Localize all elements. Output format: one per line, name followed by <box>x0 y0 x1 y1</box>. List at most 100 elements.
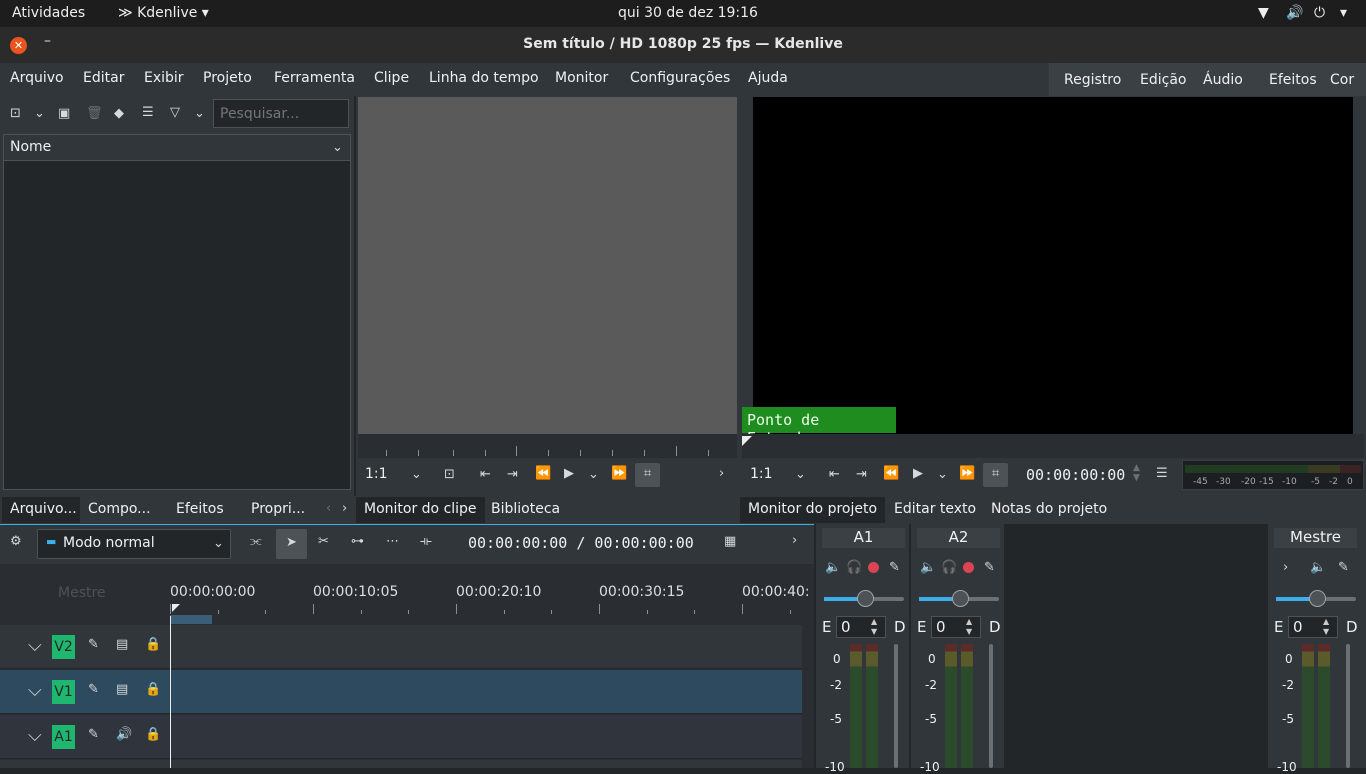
clip-monitor-ruler[interactable] <box>358 434 737 458</box>
chevron-right-icon[interactable]: › <box>719 466 724 481</box>
menu-arquivo[interactable]: Arquivo <box>10 70 64 86</box>
settings-sliders-icon[interactable]: ⚙ <box>10 534 22 549</box>
pan-slider[interactable] <box>919 590 999 607</box>
timeline-ruler[interactable]: 00:00:00:00 00:00:10:05 00:00:20:10 00:0… <box>170 564 814 624</box>
add-clip-icon[interactable]: ⊡ <box>10 106 21 121</box>
chevron-right-icon[interactable]: › <box>792 533 797 548</box>
tab-editar-texto[interactable]: Editar texto <box>886 497 984 523</box>
set-in-icon[interactable]: ⇤ <box>829 467 840 482</box>
chevron-down-icon[interactable]: ⌄ <box>34 106 45 121</box>
project-monitor-ruler[interactable] <box>742 434 1364 458</box>
set-out-icon[interactable]: ⇥ <box>856 467 867 482</box>
wifi-icon[interactable]: ▼ <box>1258 5 1269 21</box>
rewind-icon[interactable]: ⏪ <box>883 466 899 481</box>
menu-ajuda[interactable]: Ajuda <box>748 70 788 86</box>
project-timecode[interactable]: 00:00:00:00 <box>1026 466 1125 484</box>
menu-exibir[interactable]: Exibir <box>144 70 184 86</box>
tab-monitor-do-clipe[interactable]: Monitor do clipe <box>356 497 485 523</box>
track-name[interactable]: V1 <box>52 680 75 704</box>
track-v1[interactable]: ⌵ V1 ✎ ▤ 🔒 <box>0 670 802 714</box>
play-icon[interactable]: ▶ <box>564 466 574 481</box>
selection-tool-icon[interactable]: ➤ <box>276 529 307 559</box>
chevron-down-icon[interactable]: ⌄ <box>411 467 422 482</box>
master-track-label[interactable]: Mestre <box>58 585 106 601</box>
chevron-down-icon[interactable]: ⌄ <box>588 467 599 482</box>
layout-registro[interactable]: Registro <box>1064 72 1121 88</box>
clip-zoom-select[interactable]: 1:1 <box>365 466 388 482</box>
filter-icon[interactable]: ▽ <box>170 105 180 120</box>
track-a1[interactable]: ⌵ A1 ✎ 🔊 🔒 <box>0 715 802 759</box>
track-a2-partial[interactable] <box>0 760 802 768</box>
expand-chevron-icon[interactable]: › <box>1283 560 1288 575</box>
effects-wand-icon[interactable]: ✎ <box>889 560 900 575</box>
headphones-icon[interactable]: 🎧 <box>941 560 957 575</box>
film-icon[interactable]: ▤ <box>116 682 128 697</box>
ripple-tool-icon[interactable]: ⋯ <box>386 534 399 549</box>
collapse-icon[interactable]: ⌵ <box>28 635 42 656</box>
gain-spinbox[interactable]: 0 ▲ ▼ <box>931 616 981 638</box>
forward-icon[interactable]: ⏩ <box>959 466 975 481</box>
collapse-icon[interactable]: ⌵ <box>28 680 42 701</box>
lock-icon[interactable]: 🔒 <box>145 727 161 742</box>
folder-icon[interactable]: ▣ <box>58 106 70 121</box>
crop-icon[interactable]: ⌗ <box>635 463 660 487</box>
mute-speaker-icon[interactable]: 🔈 <box>1310 560 1326 575</box>
project-monitor-screen[interactable] <box>753 97 1353 434</box>
layout-edicao[interactable]: Edição <box>1140 72 1186 88</box>
chevron-down-icon[interactable]: ⌄ <box>194 106 205 121</box>
spacer-tool-icon[interactable]: ⫘ <box>250 534 262 549</box>
menu-clipe[interactable]: Clipe <box>374 70 409 86</box>
zoom-fit-icon[interactable]: ▦ <box>724 534 736 549</box>
slip-tool-icon[interactable]: ⊶ <box>351 534 364 549</box>
tab-arquivo[interactable]: Arquivo... <box>2 497 80 523</box>
play-icon[interactable]: ▶ <box>913 466 923 481</box>
tab-compo[interactable]: Compo... <box>80 497 159 523</box>
fit-zoom-icon[interactable]: ⊡ <box>444 467 455 482</box>
chevron-left-icon[interactable]: ‹ <box>326 501 331 516</box>
project-zoom-select[interactable]: 1:1 <box>750 466 773 482</box>
chevron-down-icon[interactable]: ⌄ <box>795 467 806 482</box>
headphones-icon[interactable]: 🎧 <box>846 560 862 575</box>
pan-slider[interactable] <box>1276 590 1356 607</box>
menu-configuracoes[interactable]: Configurações <box>630 70 730 86</box>
tab-biblioteca[interactable]: Biblioteca <box>483 497 568 523</box>
forward-icon[interactable]: ⏩ <box>611 466 627 481</box>
film-icon[interactable]: ▤ <box>116 637 128 652</box>
effects-wand-icon[interactable]: ✎ <box>984 560 995 575</box>
menu-icon[interactable]: ☰ <box>142 105 154 120</box>
set-in-icon[interactable]: ⇤ <box>480 467 491 482</box>
chevron-down-icon[interactable]: ▾ <box>1340 5 1347 21</box>
menu-icon[interactable]: ☰ <box>1156 466 1168 481</box>
tab-efeitos[interactable]: Efeitos <box>168 497 232 523</box>
trash-icon[interactable]: 🗑 <box>86 106 103 121</box>
menu-monitor[interactable]: Monitor <box>555 70 608 86</box>
tab-propri[interactable]: Propri... <box>243 497 313 523</box>
volume-fader[interactable] <box>1346 644 1350 768</box>
app-menu[interactable]: ≫ Kdenlive ▾ <box>118 5 209 21</box>
effects-wand-icon[interactable]: ✎ <box>88 682 99 697</box>
track-name[interactable]: V2 <box>52 635 75 659</box>
playhead-marker[interactable] <box>172 604 180 612</box>
zone-bar[interactable] <box>170 615 212 624</box>
activities-button[interactable]: Atividades <box>12 5 85 21</box>
chevron-down-icon[interactable]: ⌄ <box>937 467 948 482</box>
playhead-marker[interactable] <box>742 436 752 446</box>
effects-wand-icon[interactable]: ✎ <box>88 727 99 742</box>
bin-search-input[interactable] <box>213 99 349 128</box>
lock-icon[interactable]: 🔒 <box>145 682 161 697</box>
clip-monitor-screen[interactable] <box>358 97 737 434</box>
effects-wand-icon[interactable]: ✎ <box>1338 560 1349 575</box>
razor-tool-icon[interactable]: ✂ <box>318 534 329 549</box>
tab-notas-do-projeto[interactable]: Notas do projeto <box>983 497 1115 523</box>
layout-audio[interactable]: Áudio <box>1203 72 1243 88</box>
mute-speaker-icon[interactable]: 🔈 <box>920 560 936 575</box>
tag-icon[interactable]: ◆ <box>114 106 124 121</box>
track-name[interactable]: A1 <box>52 725 75 749</box>
record-icon[interactable] <box>963 562 974 573</box>
layout-efeitos[interactable]: Efeitos <box>1269 72 1317 88</box>
lock-icon[interactable]: 🔒 <box>145 637 161 652</box>
menu-projeto[interactable]: Projeto <box>203 70 252 86</box>
menu-linha-do-tempo[interactable]: Linha do tempo <box>429 70 539 86</box>
volume-fader[interactable] <box>989 644 993 768</box>
spin-arrows-icon[interactable]: ▲ ▼ <box>1133 463 1140 483</box>
